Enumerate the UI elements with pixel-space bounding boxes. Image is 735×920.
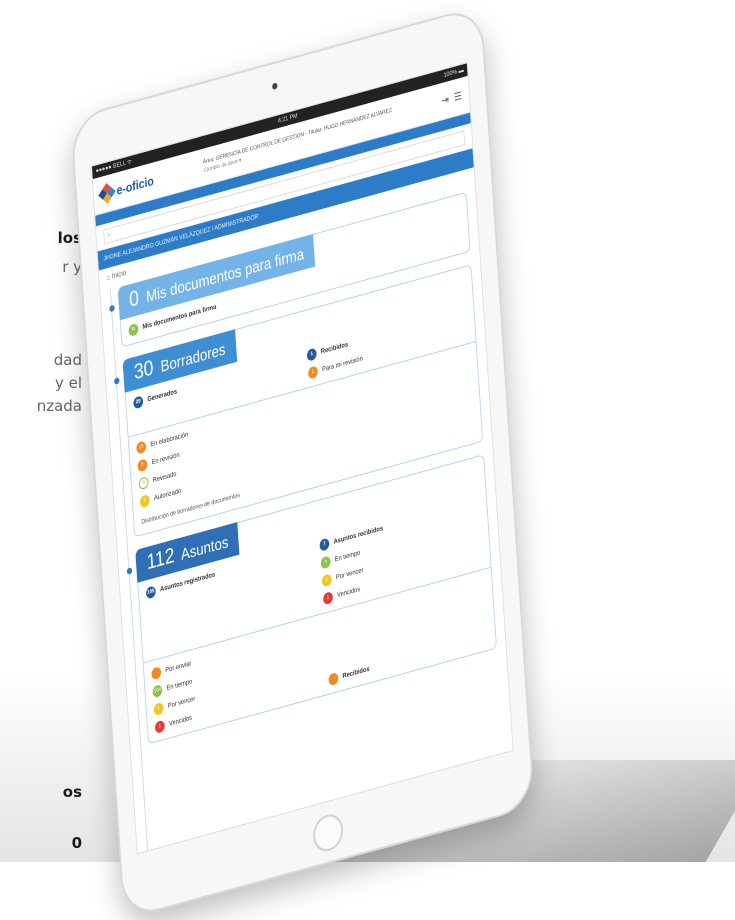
- logo-text: e-oficio: [116, 173, 155, 199]
- timeline-dot: [126, 567, 133, 575]
- status-label: Vencidos: [336, 585, 361, 600]
- status-label: En tiempo: [166, 677, 193, 693]
- timeline-dot: [114, 377, 120, 385]
- tablet-screen: ●●●●● BELL ᯤ 4:21 PM 100% ▬ e-oficio Áre…: [90, 62, 514, 855]
- status-label: En tiempo: [334, 549, 361, 564]
- recibidos-footer-badge: [328, 671, 339, 687]
- search-icon: ⌕: [107, 231, 112, 239]
- recibidos-footer-label: Recibidos: [342, 665, 370, 681]
- asuntos-count: 112: [145, 543, 176, 575]
- menu-icon[interactable]: ☰: [454, 90, 463, 104]
- camera-icon: [271, 82, 278, 91]
- status-badge: 4: [320, 555, 331, 570]
- status-badge: 2: [321, 573, 332, 588]
- registrados-badge: 105: [145, 585, 157, 600]
- status-badge: 1: [322, 591, 334, 606]
- borradores-count: 30: [133, 356, 155, 385]
- firma-count: 0: [128, 286, 140, 313]
- header-icons: ⇥ ☰: [441, 90, 462, 107]
- recibidos-footer-link[interactable]: Recibidos: [328, 660, 370, 689]
- side-text-fragment: nzada: [36, 397, 82, 415]
- asuntos-recibidos-badge: 7: [319, 537, 330, 552]
- status-badge: 5: [139, 493, 151, 509]
- firma-item-badge: 0: [128, 322, 139, 337]
- timeline-dot: [109, 304, 115, 313]
- recibidos-badge: 1: [306, 347, 317, 362]
- status-badge: 104: [152, 684, 163, 699]
- side-text-fragment: dad: [53, 351, 82, 369]
- side-text-fragment: y el: [54, 374, 82, 392]
- status-badge: 1: [153, 701, 164, 717]
- home-button[interactable]: [312, 810, 345, 855]
- side-heading-fragment: os: [62, 783, 82, 801]
- logo-icon: [98, 182, 116, 204]
- generados-label: Generados: [147, 388, 178, 404]
- app-logo[interactable]: e-oficio: [98, 173, 155, 204]
- generados-badge: 29: [133, 395, 144, 410]
- side-marketing-text: los r y dad y el nzada os 0: [0, 0, 90, 862]
- status-label: Vencidos: [168, 714, 193, 728]
- status-label: Autorizado: [153, 487, 182, 503]
- status-badge: [151, 666, 162, 681]
- logout-icon[interactable]: ⇥: [441, 94, 449, 108]
- tablet-device: ●●●●● BELL ᯤ 4:21 PM 100% ▬ e-oficio Áre…: [70, 4, 536, 920]
- registrados-label: Asuntos registrados: [159, 571, 216, 594]
- breadcrumb-home-label: Inicio: [111, 269, 127, 281]
- status-badge: 4: [138, 476, 149, 491]
- status-badge: 15: [136, 440, 147, 455]
- status-badge: 1: [154, 719, 166, 734]
- status-badge: 5: [137, 458, 148, 473]
- status-label: Por enviar: [165, 659, 192, 675]
- home-icon: ⌂: [106, 273, 111, 283]
- status-label: Revisado: [152, 470, 177, 485]
- side-heading-fragment: 0: [71, 834, 82, 852]
- para-revision-badge: 1: [307, 365, 319, 380]
